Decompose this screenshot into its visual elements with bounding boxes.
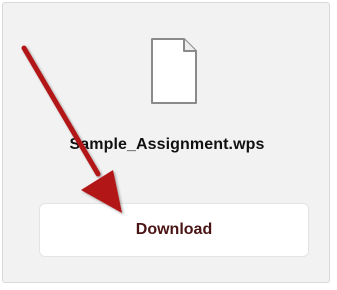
document-icon bbox=[150, 37, 198, 105]
file-card: Sample_Assignment.wps Download bbox=[2, 2, 330, 283]
download-button[interactable]: Download bbox=[39, 203, 309, 257]
file-name: Sample_Assignment.wps bbox=[69, 136, 265, 153]
